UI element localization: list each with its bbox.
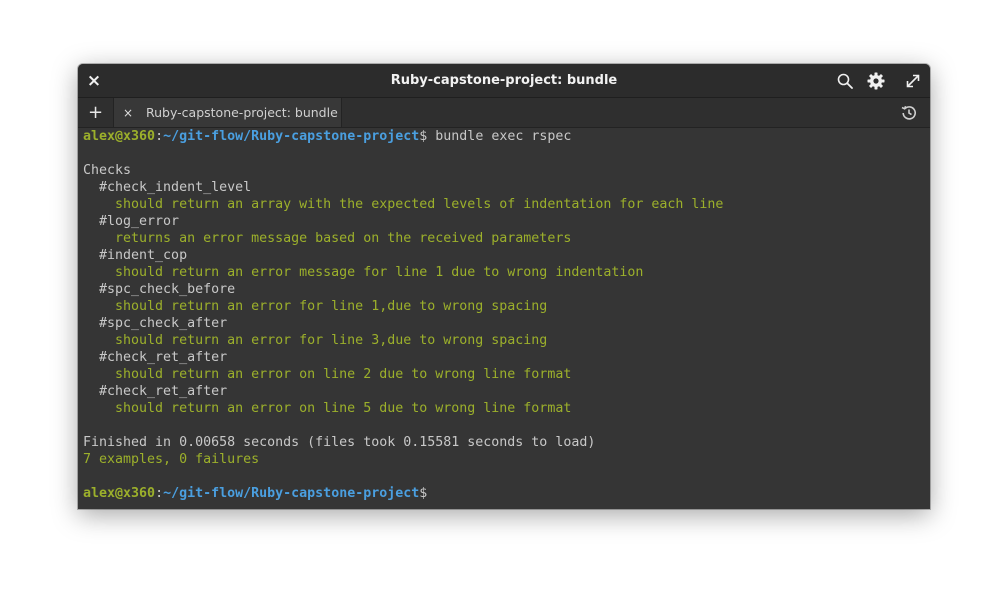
command-output: Checks #check_indent_level should return… (83, 145, 925, 485)
search-button[interactable] (831, 64, 859, 97)
prompt-user-host: alex@x360 (83, 486, 156, 501)
tab-label: Ruby-capstone-project: bundle (146, 105, 338, 120)
output-line: Checks (83, 163, 132, 178)
output-line: #check_ret_after (83, 350, 228, 365)
history-button[interactable] (898, 98, 920, 127)
prompt-line: alex@x360:~/git-flow/Ruby-capstone-proje… (83, 128, 925, 145)
plus-icon: + (87, 102, 104, 123)
prompt-separator: : (155, 486, 164, 501)
output-line: Finished in 0.00658 seconds (files took … (83, 435, 596, 450)
output-line: should return an error on line 5 due to … (83, 401, 572, 416)
title-bar: × Ruby-capstone-project: bundle (78, 64, 930, 98)
output-line: #spc_check_after (83, 316, 228, 331)
output-line: #indent_cop (83, 248, 188, 263)
prompt-separator: : (155, 129, 164, 144)
new-tab-button[interactable]: + (78, 98, 113, 127)
prompt-path: ~/git-flow/Ruby-capstone-project (163, 486, 420, 501)
command-text: bundle exec rspec (427, 129, 572, 144)
history-icon (901, 105, 916, 120)
tab-bar: + × Ruby-capstone-project: bundle (78, 98, 930, 128)
output-line: 7 examples, 0 failures (83, 452, 260, 467)
output-line: should return an error for line 3,due to… (83, 333, 548, 348)
output-line: should return an error message for line … (83, 265, 644, 280)
output-line: returns an error message based on the re… (83, 231, 572, 246)
prompt-line: alex@x360:~/git-flow/Ruby-capstone-proje… (83, 485, 925, 502)
window-title: Ruby-capstone-project: bundle (390, 73, 618, 88)
output-line: #spc_check_before (83, 282, 236, 297)
terminal-window: × Ruby-capstone-project: bundle + × Ruby… (78, 64, 930, 509)
gear-icon (867, 72, 885, 89)
search-icon (837, 73, 853, 89)
tab-ruby-capstone[interactable]: × Ruby-capstone-project: bundle (113, 98, 342, 127)
output-line: #check_indent_level (83, 180, 252, 195)
prompt-user-host: alex@x360 (83, 129, 156, 144)
tab-close-button[interactable]: × (120, 98, 136, 127)
terminal-output[interactable]: alex@x360:~/git-flow/Ruby-capstone-proje… (83, 127, 925, 509)
fullscreen-button[interactable] (899, 64, 927, 97)
output-line: #log_error (83, 214, 180, 229)
output-line: #check_ret_after (83, 384, 228, 399)
close-icon: × (122, 105, 134, 120)
prompt-path: ~/git-flow/Ruby-capstone-project (163, 129, 420, 144)
cursor (427, 485, 435, 500)
expand-icon (906, 74, 920, 87)
settings-button[interactable] (862, 64, 890, 97)
output-line: should return an error for line 1,due to… (83, 299, 548, 314)
output-line: should return an error on line 2 due to … (83, 367, 572, 382)
prompt-symbol: $ (419, 486, 428, 501)
output-line: should return an array with the expected… (83, 197, 724, 212)
